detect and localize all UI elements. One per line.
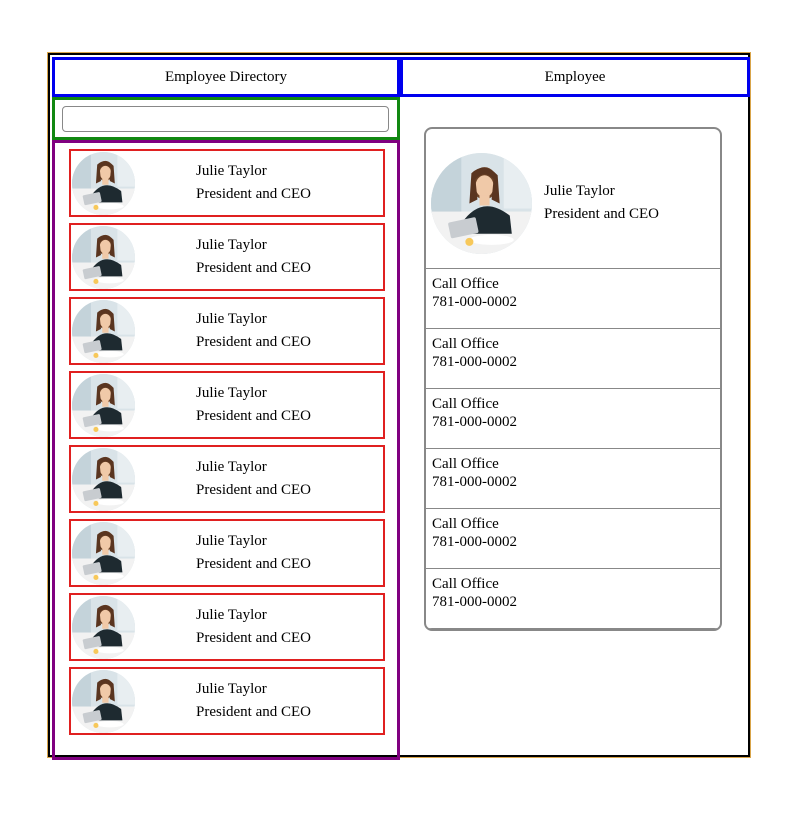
avatar	[72, 596, 135, 659]
phone-number: 781-000-0002	[432, 474, 517, 490]
avatar	[431, 153, 532, 254]
employee-card-header: Julie Taylor President and CEO	[426, 129, 720, 269]
employee-header-title: Employee	[544, 68, 606, 85]
avatar	[72, 522, 135, 585]
action-label: Call Office	[432, 456, 499, 472]
call-office-action[interactable]: Call Office 781-000-0002	[426, 329, 720, 389]
search-input[interactable]	[62, 106, 389, 132]
employee-list-item[interactable]: Julie Taylor President and CEO	[69, 297, 385, 365]
employee-info: Julie Taylor President and CEO	[196, 382, 311, 428]
phone-number: 781-000-0002	[432, 294, 517, 310]
employee-list-item[interactable]: Julie Taylor President and CEO	[69, 149, 385, 217]
employee-title: President and CEO	[196, 186, 311, 202]
avatar	[72, 374, 135, 437]
employee-list-item[interactable]: Julie Taylor President and CEO	[69, 519, 385, 587]
employee-title: President and CEO	[196, 704, 311, 720]
avatar	[72, 152, 135, 215]
employee-list-item[interactable]: Julie Taylor President and CEO	[69, 667, 385, 735]
employee-name: Julie Taylor	[196, 163, 267, 179]
employee-title: President and CEO	[196, 260, 311, 276]
employee-card: Julie Taylor President and CEO Call Offi…	[424, 127, 722, 631]
employee-name: Julie Taylor	[196, 681, 267, 697]
employee-title: President and CEO	[544, 206, 659, 222]
employee-list-item[interactable]: Julie Taylor President and CEO	[69, 371, 385, 439]
employee-name: Julie Taylor	[196, 607, 267, 623]
employee-name: Julie Taylor	[196, 311, 267, 327]
employee-name: Julie Taylor	[196, 533, 267, 549]
employee-detail-panel: Employee Julie Taylor President and CEO …	[400, 57, 750, 757]
avatar	[72, 670, 135, 733]
call-office-action[interactable]: Call Office 781-000-0002	[426, 569, 720, 629]
phone-number: 781-000-0002	[432, 414, 517, 430]
employee-info: Julie Taylor President and CEO	[196, 530, 311, 576]
employee-list: Julie Taylor President and CEO Julie Taylo…	[52, 140, 400, 760]
phone-number: 781-000-0002	[432, 354, 517, 370]
employee-header: Employee	[400, 57, 750, 97]
call-office-action[interactable]: Call Office 781-000-0002	[426, 389, 720, 449]
employee-name: Julie Taylor	[196, 385, 267, 401]
call-office-action[interactable]: Call Office 781-000-0002	[426, 509, 720, 569]
app-window: Employee Directory Julie Taylor President…	[47, 52, 751, 760]
call-office-action[interactable]: Call Office 781-000-0002	[426, 449, 720, 509]
employee-title: President and CEO	[196, 630, 311, 646]
avatar	[72, 448, 135, 511]
directory-title: Employee Directory	[164, 68, 288, 85]
employee-info: Julie Taylor President and CEO	[196, 160, 311, 206]
employee-title: President and CEO	[196, 334, 311, 350]
employee-name: Julie Taylor	[196, 237, 267, 253]
employee-name: Julie Taylor	[196, 459, 267, 475]
employee-info: Julie Taylor President and CEO	[196, 604, 311, 650]
avatar	[72, 226, 135, 289]
employee-list-item[interactable]: Julie Taylor President and CEO	[69, 223, 385, 291]
phone-number: 781-000-0002	[432, 594, 517, 610]
employee-info: Julie Taylor President and CEO	[196, 234, 311, 280]
directory-header: Employee Directory	[52, 57, 400, 97]
employee-name: Julie Taylor	[544, 183, 615, 199]
employee-title: President and CEO	[196, 408, 311, 424]
avatar	[72, 300, 135, 363]
action-label: Call Office	[432, 576, 499, 592]
search-bar	[52, 97, 400, 140]
employee-list-item[interactable]: Julie Taylor President and CEO	[69, 445, 385, 513]
phone-number: 781-000-0002	[432, 534, 517, 550]
employee-info: Julie Taylor President and CEO	[196, 678, 311, 724]
employee-list-item[interactable]: Julie Taylor President and CEO	[69, 593, 385, 661]
employee-title: President and CEO	[196, 556, 311, 572]
employee-info: Julie Taylor President and CEO	[544, 180, 659, 226]
action-label: Call Office	[432, 276, 499, 292]
action-label: Call Office	[432, 336, 499, 352]
employee-title: President and CEO	[196, 482, 311, 498]
action-label: Call Office	[432, 516, 499, 532]
call-office-action[interactable]: Call Office 781-000-0002	[426, 269, 720, 329]
employee-info: Julie Taylor President and CEO	[196, 456, 311, 502]
action-label: Call Office	[432, 396, 499, 412]
directory-panel: Employee Directory Julie Taylor President…	[52, 57, 400, 760]
employee-info: Julie Taylor President and CEO	[196, 308, 311, 354]
